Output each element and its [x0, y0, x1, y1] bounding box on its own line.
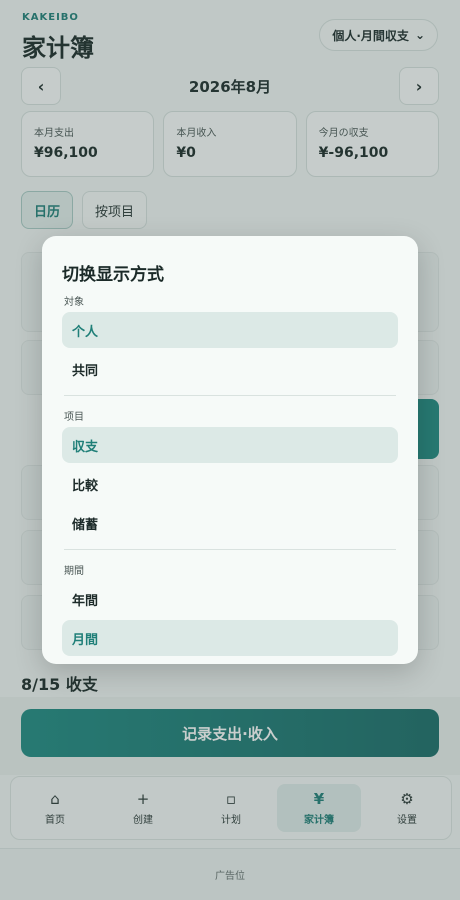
option-personal[interactable]: 个人 [62, 312, 398, 348]
option-yearly[interactable]: 年間 [62, 581, 398, 617]
option-compare[interactable]: 比較 [62, 466, 398, 502]
option-savings[interactable]: 储蓄 [62, 505, 398, 541]
section-label-item: 项目 [64, 412, 84, 423]
option-income-expense[interactable]: 収支 [62, 427, 398, 463]
display-mode-dialog: 切换显示方式 対象 个人 共同 项目 収支 比較 储蓄 期間 年間 月間 [42, 236, 418, 664]
dialog-title: 切换显示方式 [62, 265, 164, 285]
section-label-period: 期間 [64, 566, 84, 577]
option-shared[interactable]: 共同 [62, 351, 398, 387]
divider [64, 549, 396, 550]
divider [64, 395, 396, 396]
section-label-target: 対象 [64, 297, 84, 308]
option-monthly[interactable]: 月間 [62, 620, 398, 656]
